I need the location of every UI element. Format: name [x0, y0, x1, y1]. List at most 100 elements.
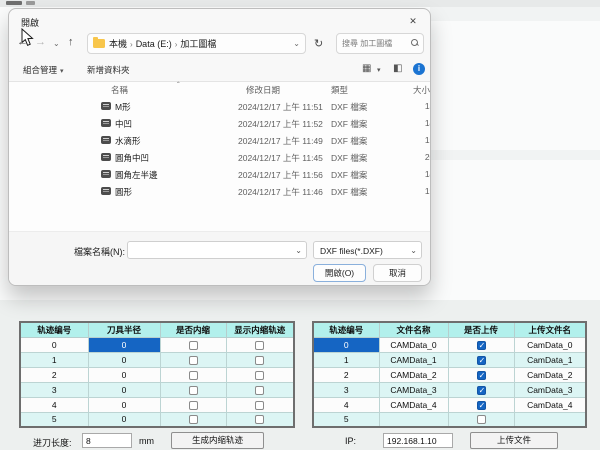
cell-upload-checkbox[interactable]	[448, 412, 514, 427]
cell-upload-filename[interactable]: CamData_4	[514, 397, 586, 412]
cell-upload-filename[interactable]: CamData_0	[514, 337, 586, 352]
file-row[interactable]: 圓角中凹2024/12/17 上午 11:45DXF 檔案201	[9, 149, 430, 166]
cell-upload-checkbox[interactable]	[448, 397, 514, 412]
filename-combo[interactable]: ⌄	[127, 241, 307, 259]
checkbox-unchecked[interactable]	[255, 386, 264, 395]
file-row[interactable]: 圓形2024/12/17 上午 11:46DXF 檔案196	[9, 183, 430, 200]
filename-input[interactable]	[132, 243, 292, 257]
cell-show-track-checkbox[interactable]	[226, 352, 294, 367]
cell-upload-checkbox[interactable]	[448, 352, 514, 367]
new-folder-button[interactable]: 新增資料夾	[87, 64, 130, 76]
preview-pane-icon[interactable]: ◧	[393, 63, 402, 74]
checkbox-unchecked[interactable]	[255, 401, 264, 410]
cell-file-name[interactable]: CAMData_4	[379, 397, 448, 412]
column-header-name[interactable]: 名稱	[111, 84, 128, 96]
history-chevron-icon[interactable]: ⌄	[53, 39, 60, 48]
generate-track-button[interactable]: 生成内缩轨迹	[171, 432, 264, 449]
ip-input[interactable]	[383, 433, 453, 448]
forward-icon[interactable]: →	[35, 36, 46, 48]
column-header-type[interactable]: 類型	[331, 84, 348, 96]
checkbox-unchecked[interactable]	[189, 415, 198, 424]
search-input[interactable]	[342, 35, 408, 52]
checkbox-unchecked[interactable]	[477, 415, 486, 424]
breadcrumb-item[interactable]: 本機	[109, 39, 127, 49]
cancel-button[interactable]: 取消	[373, 264, 422, 282]
breadcrumb-caret-icon[interactable]: ⌄	[293, 39, 300, 48]
cell-file-name[interactable]	[379, 412, 448, 427]
cell-track-id[interactable]: 5	[313, 412, 379, 427]
cell-shrink-checkbox[interactable]	[160, 397, 226, 412]
checkbox-unchecked[interactable]	[189, 356, 198, 365]
search-box[interactable]	[336, 33, 424, 54]
refresh-icon[interactable]: ↻	[314, 37, 323, 50]
checkbox-checked[interactable]	[477, 371, 486, 380]
cell-file-name[interactable]: CAMData_3	[379, 382, 448, 397]
chevron-down-icon[interactable]: ⌄	[295, 246, 302, 255]
cell-tool-radius[interactable]: 0	[88, 352, 160, 367]
checkbox-unchecked[interactable]	[255, 415, 264, 424]
cell-track-id[interactable]: 0	[20, 337, 88, 352]
filetype-select[interactable]: DXF files(*.DXF) ⌄	[313, 241, 422, 259]
cell-track-id[interactable]: 5	[20, 412, 88, 427]
checkbox-unchecked[interactable]	[255, 356, 264, 365]
column-header-date[interactable]: 修改日期	[246, 84, 280, 96]
cell-file-name[interactable]: CAMData_0	[379, 337, 448, 352]
close-icon[interactable]: ✕	[404, 13, 422, 29]
cell-tool-radius[interactable]: 0	[88, 397, 160, 412]
upload-file-button[interactable]: 上传文件	[470, 432, 558, 449]
cell-tool-radius[interactable]: 0	[88, 367, 160, 382]
cell-track-id[interactable]: 4	[313, 397, 379, 412]
column-header-size[interactable]: 大小	[413, 84, 430, 96]
breadcrumb-item[interactable]: Data (E:)	[136, 39, 172, 49]
cell-track-id[interactable]: 1	[313, 352, 379, 367]
checkbox-checked[interactable]	[477, 386, 486, 395]
file-row[interactable]: M形2024/12/17 上午 11:51DXF 檔案137	[9, 98, 430, 115]
cell-track-id[interactable]: 3	[313, 382, 379, 397]
cell-show-track-checkbox[interactable]	[226, 412, 294, 427]
organize-menu[interactable]: 組合管理▾	[23, 64, 64, 76]
view-mode-caret-icon[interactable]: ▾	[377, 66, 381, 74]
cell-track-id[interactable]: 3	[20, 382, 88, 397]
checkbox-checked[interactable]	[477, 356, 486, 365]
cell-shrink-checkbox[interactable]	[160, 382, 226, 397]
checkbox-unchecked[interactable]	[189, 386, 198, 395]
cell-upload-filename[interactable]	[514, 412, 586, 427]
cell-shrink-checkbox[interactable]	[160, 352, 226, 367]
checkbox-unchecked[interactable]	[255, 341, 264, 350]
checkbox-checked[interactable]	[477, 341, 486, 350]
feed-length-input[interactable]	[82, 433, 132, 448]
checkbox-unchecked[interactable]	[189, 401, 198, 410]
cell-track-id[interactable]: 2	[20, 367, 88, 382]
chevron-down-icon[interactable]: ⌄	[410, 246, 417, 255]
file-row[interactable]: 水滴形2024/12/17 上午 11:49DXF 檔案198	[9, 132, 430, 149]
cell-upload-checkbox[interactable]	[448, 337, 514, 352]
up-icon[interactable]: ↑	[68, 36, 74, 48]
cell-track-id[interactable]: 0	[313, 337, 379, 352]
view-mode-icon[interactable]: ▦	[362, 63, 371, 74]
checkbox-unchecked[interactable]	[189, 341, 198, 350]
checkbox-unchecked[interactable]	[255, 371, 264, 380]
cell-track-id[interactable]: 4	[20, 397, 88, 412]
file-row[interactable]: 圓角左半邊2024/12/17 上午 11:56DXF 檔案146	[9, 166, 430, 183]
cell-show-track-checkbox[interactable]	[226, 397, 294, 412]
cell-tool-radius[interactable]: 0	[88, 337, 160, 352]
checkbox-unchecked[interactable]	[189, 371, 198, 380]
cell-upload-checkbox[interactable]	[448, 367, 514, 382]
cell-track-id[interactable]: 2	[313, 367, 379, 382]
cell-upload-filename[interactable]: CamData_1	[514, 352, 586, 367]
cell-show-track-checkbox[interactable]	[226, 382, 294, 397]
file-row[interactable]: 中凹2024/12/17 上午 11:52DXF 檔案142	[9, 115, 430, 132]
cell-upload-checkbox[interactable]	[448, 382, 514, 397]
cell-show-track-checkbox[interactable]	[226, 367, 294, 382]
cell-tool-radius[interactable]: 0	[88, 382, 160, 397]
cell-shrink-checkbox[interactable]	[160, 337, 226, 352]
cell-upload-filename[interactable]: CamData_3	[514, 382, 586, 397]
cell-tool-radius[interactable]: 0	[88, 412, 160, 427]
cell-upload-filename[interactable]: CamData_2	[514, 367, 586, 382]
cell-track-id[interactable]: 1	[20, 352, 88, 367]
open-button[interactable]: 開啟(O)	[313, 264, 366, 282]
breadcrumb[interactable]: 本機›Data (E:)›加工圖檔 ⌄	[87, 33, 306, 54]
checkbox-checked[interactable]	[477, 401, 486, 410]
info-icon[interactable]: i	[413, 63, 425, 75]
breadcrumb-item[interactable]: 加工圖檔	[180, 39, 216, 49]
